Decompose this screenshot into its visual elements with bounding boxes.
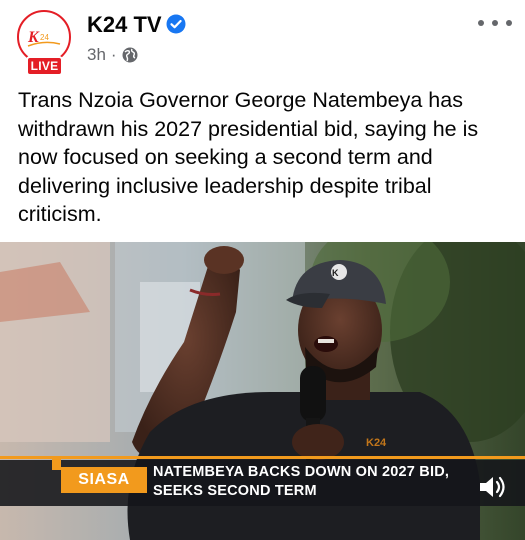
headline-line-1: NATEMBEYA BACKS DOWN ON 2027 BID, bbox=[153, 464, 450, 480]
shirt-logo: K24 bbox=[366, 437, 387, 449]
page-avatar[interactable]: K 24 LIVE bbox=[17, 10, 73, 76]
meta-separator: · bbox=[110, 45, 117, 64]
globe-icon bbox=[122, 47, 138, 63]
post-header: K 24 LIVE K24 TV 3h · bbox=[0, 0, 525, 80]
live-badge: LIVE bbox=[26, 56, 63, 76]
headline-line-2: SEEKS SECOND TERM bbox=[153, 483, 317, 499]
lower-third-headline: NATEMBEYA BACKS DOWN ON 2027 BID, SEEKS … bbox=[153, 463, 473, 501]
post-text: Trans Nzoia Governor George Natembeya ha… bbox=[18, 88, 479, 226]
k24-logo-mark: K 24 bbox=[27, 29, 61, 47]
svg-text:24: 24 bbox=[40, 33, 49, 42]
post-timestamp[interactable]: 3h bbox=[87, 44, 106, 66]
more-options-button[interactable] bbox=[478, 14, 512, 32]
post-meta: 3h · bbox=[87, 44, 138, 66]
verified-badge-icon bbox=[166, 14, 186, 34]
news-lower-third: SIASA NATEMBEYA BACKS DOWN ON 2027 BID, … bbox=[0, 456, 525, 506]
category-tag: SIASA bbox=[61, 467, 147, 493]
speaker-icon[interactable] bbox=[475, 470, 509, 504]
page-name[interactable]: K24 TV bbox=[87, 12, 162, 38]
lower-third-accent-block bbox=[52, 456, 61, 470]
svg-text:K: K bbox=[332, 268, 339, 278]
lower-third-accent-line bbox=[0, 456, 525, 459]
more-options-icon bbox=[478, 20, 484, 26]
